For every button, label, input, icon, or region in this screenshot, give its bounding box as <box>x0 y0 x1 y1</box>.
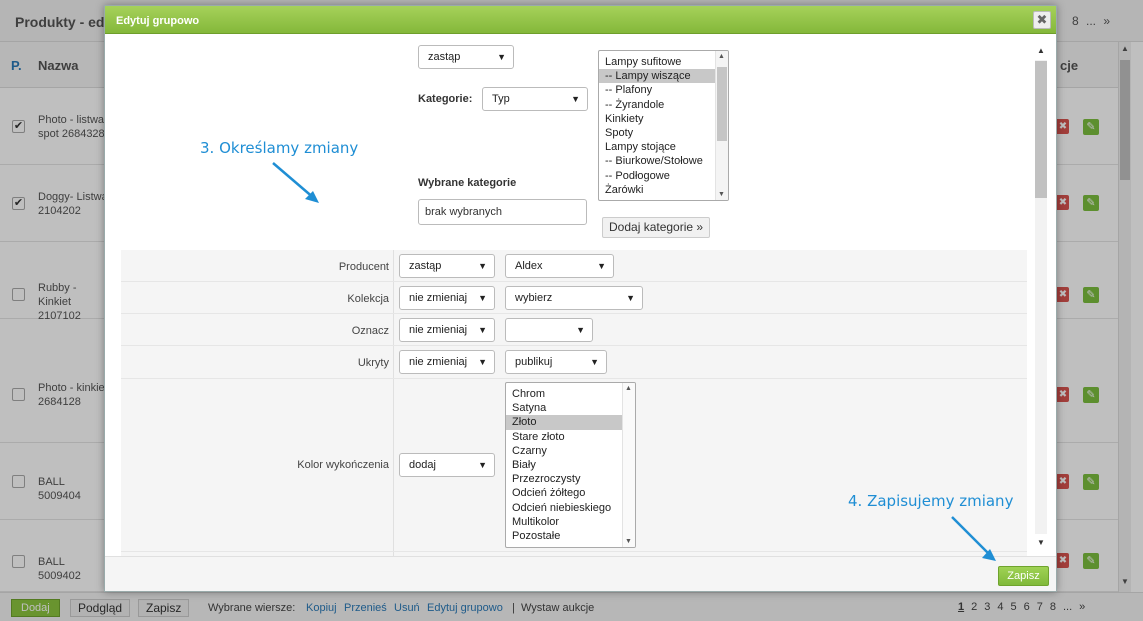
list-item[interactable]: Satyna <box>506 401 635 415</box>
save-button[interactable]: Zapisz <box>998 566 1049 586</box>
producer-mode-select[interactable]: zastąp ▼ <box>399 254 495 278</box>
field-row-producer: Producent zastąp ▼ Aldex ▼ <box>121 250 1027 282</box>
selected-categories-label: Wybrane kategorie <box>418 177 517 189</box>
list-item[interactable]: Złoto <box>506 415 635 430</box>
chevron-down-icon: ▼ <box>626 293 635 303</box>
hidden-select[interactable]: publikuj ▼ <box>505 350 607 374</box>
list-item[interactable]: -- Biurkowe/Stołowe <box>599 154 728 168</box>
chevron-down-icon: ▼ <box>478 325 487 335</box>
list-item[interactable]: Lampy sufitowe <box>599 55 728 69</box>
finish-color-listbox[interactable]: Chrom Satyna Złoto Stare złoto Czarny Bi… <box>505 382 636 548</box>
selected-categories-field[interactable]: brak wybranych <box>418 199 587 225</box>
annotation-step-3: 3. Określamy zmiany <box>200 139 359 157</box>
list-item[interactable]: Chrom <box>506 387 635 401</box>
list-item[interactable]: Multikolor <box>506 515 635 529</box>
scroll-down-icon[interactable]: ▼ <box>718 191 725 198</box>
list-item[interactable]: Przezroczysty <box>506 472 635 486</box>
dialog-body: zastąp ▼ Kategorie: Typ ▼ Wybrane kategori… <box>121 34 1027 556</box>
close-icon[interactable]: ✖ <box>1033 11 1051 29</box>
finish-color-mode-select[interactable]: dodaj ▼ <box>399 453 495 477</box>
chevron-down-icon: ▼ <box>478 357 487 367</box>
annotation-arrow-icon <box>272 162 319 203</box>
chevron-down-icon: ▼ <box>590 357 599 367</box>
field-row-finish-color: Kolor wykończenia dodaj ▼ Chrom Satyna Zł… <box>121 379 1027 552</box>
chevron-down-icon: ▼ <box>576 325 585 335</box>
mark-select[interactable]: ▼ <box>505 318 593 342</box>
scroll-up-icon[interactable]: ▲ <box>625 385 632 392</box>
collection-select[interactable]: wybierz ▼ <box>505 286 643 310</box>
chevron-down-icon: ▼ <box>571 94 580 104</box>
chevron-down-icon: ▼ <box>597 261 606 271</box>
field-row-collection: Kolekcja nie zmieniaj ▼ wybierz ▼ <box>121 282 1027 314</box>
scroll-thumb[interactable] <box>1035 61 1047 198</box>
scroll-thumb[interactable] <box>717 67 727 141</box>
listbox-scrollbar[interactable]: ▲ ▼ <box>715 51 728 200</box>
category-mode-select[interactable]: zastąp ▼ <box>418 45 514 69</box>
dialog-header: Edytuj grupowo ✖ <box>105 6 1056 34</box>
producer-select[interactable]: Aldex ▼ <box>505 254 614 278</box>
annotation-step-4: 4. Zapisujemy zmiany <box>848 492 1014 510</box>
list-item[interactable]: Odcień niebieskiego <box>506 501 635 515</box>
category-type-select[interactable]: Typ ▼ <box>482 87 588 111</box>
collection-mode-select[interactable]: nie zmieniaj ▼ <box>399 286 495 310</box>
field-label: Producent <box>338 261 389 273</box>
list-item[interactable]: Pozostałe <box>506 529 635 543</box>
list-item[interactable]: -- Plafony <box>599 83 728 97</box>
category-label: Kategorie: <box>418 93 473 105</box>
list-item[interactable]: Żarówki <box>599 183 728 197</box>
chevron-down-icon: ▼ <box>497 52 506 62</box>
field-label: Kolor wykończenia <box>297 459 389 471</box>
category-listbox[interactable]: Lampy sufitowe -- Lampy wiszące -- Plafo… <box>598 50 729 201</box>
dialog-title: Edytuj grupowo <box>116 15 200 27</box>
dialog-footer: Zapisz <box>105 556 1056 591</box>
list-item[interactable]: Biały <box>506 458 635 472</box>
list-item[interactable]: Lampy stojące <box>599 140 728 154</box>
chevron-down-icon: ▼ <box>478 261 487 271</box>
listbox-scrollbar[interactable]: ▲ ▼ <box>622 383 635 547</box>
dialog-scrollbar[interactable]: ▲ ▼ <box>1033 44 1049 550</box>
scroll-up-icon[interactable]: ▲ <box>1037 46 1045 55</box>
group-edit-dialog: Edytuj grupowo ✖ zastąp ▼ Kategorie: Typ ▼… <box>104 5 1057 592</box>
list-item[interactable]: -- Lampy wiszące <box>599 69 728 84</box>
annotation-arrow-icon <box>951 516 996 561</box>
list-item[interactable]: -- Żyrandole <box>599 98 728 112</box>
scroll-down-icon[interactable]: ▼ <box>625 538 632 545</box>
scroll-down-icon[interactable]: ▼ <box>1037 538 1045 547</box>
list-item[interactable]: Kinkiety <box>599 112 728 126</box>
mark-mode-select[interactable]: nie zmieniaj ▼ <box>399 318 495 342</box>
list-item[interactable]: Czarny <box>506 444 635 458</box>
list-item[interactable]: Spoty <box>599 126 728 140</box>
add-categories-button[interactable]: Dodaj kategorie » <box>602 217 711 238</box>
field-label: Kolekcja <box>347 293 389 305</box>
chevron-down-icon: ▼ <box>478 460 487 470</box>
field-label: Oznacz <box>351 325 389 337</box>
list-item[interactable]: Stare złoto <box>506 430 635 444</box>
field-row-mark: Oznacz nie zmieniaj ▼ ▼ <box>121 314 1027 346</box>
hidden-mode-select[interactable]: nie zmieniaj ▼ <box>399 350 495 374</box>
scroll-up-icon[interactable]: ▲ <box>718 53 725 60</box>
list-item[interactable]: -- Podłogowe <box>599 169 728 183</box>
chevron-down-icon: ▼ <box>478 293 487 303</box>
list-item[interactable]: Odcień żółtego <box>506 486 635 500</box>
field-label: Ukryty <box>357 357 389 369</box>
field-row-hidden: Ukryty nie zmieniaj ▼ publikuj ▼ <box>121 346 1027 379</box>
